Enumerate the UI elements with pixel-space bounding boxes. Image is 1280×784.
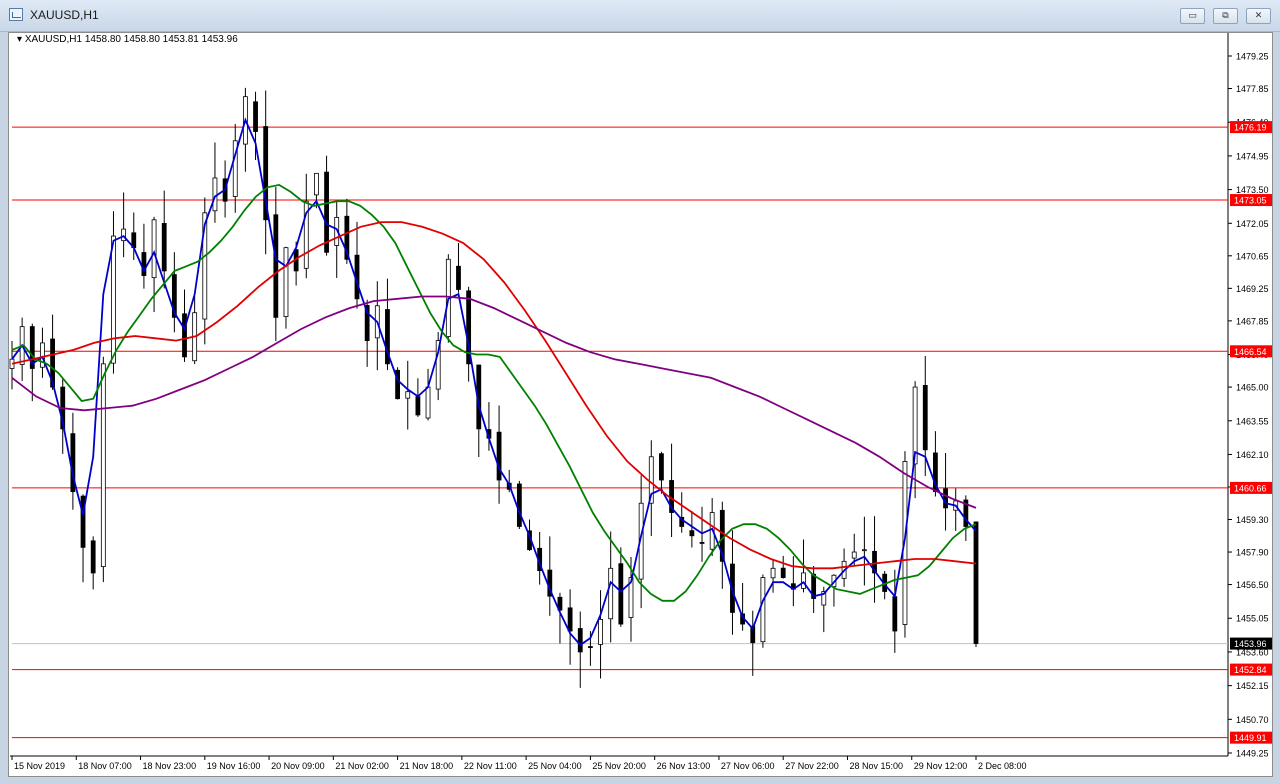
candle-body — [577, 628, 583, 653]
candle-body — [943, 488, 948, 509]
current-price-label: 1453.96 — [1234, 639, 1267, 649]
candle-body — [425, 386, 431, 419]
candle-body — [780, 567, 786, 578]
y-tick-label: 1474.95 — [1236, 151, 1269, 161]
x-tick-label: 27 Nov 06:00 — [721, 761, 775, 771]
candle-body — [212, 177, 218, 212]
x-tick-label: 27 Nov 22:00 — [785, 761, 839, 771]
y-tick-label: 1477.85 — [1236, 84, 1269, 94]
y-tick-label: 1467.85 — [1236, 316, 1269, 326]
price-chart[interactable]: 1479.251477.851476.401474.951473.501472.… — [0, 0, 1280, 784]
candle-body — [253, 101, 258, 132]
y-tick-label: 1462.10 — [1236, 450, 1269, 460]
y-tick-label: 1456.50 — [1236, 580, 1269, 590]
x-tick-label: 25 Nov 20:00 — [592, 761, 646, 771]
candle-body — [618, 563, 624, 625]
moving-average-line — [11, 295, 977, 509]
candle-body — [324, 171, 329, 253]
x-tick-label: 25 Nov 04:00 — [528, 761, 582, 771]
x-tick-label: 22 Nov 11:00 — [464, 761, 517, 771]
candle-body — [801, 572, 806, 589]
candle-body — [100, 363, 106, 567]
symbol-ohlc-text: XAUUSD,H1 1458.80 1458.80 1453.81 1453.9… — [24, 34, 238, 45]
candle-body — [90, 540, 96, 574]
candle-body — [760, 577, 766, 643]
candle-body — [608, 567, 614, 620]
candle-body — [516, 483, 522, 527]
candle-body — [111, 235, 116, 364]
level-price-label: 1460.66 — [1234, 483, 1267, 493]
symbol-dropdown-icon[interactable]: ▾ — [17, 34, 22, 45]
y-tick-label: 1457.90 — [1236, 548, 1269, 558]
candle-body — [770, 567, 776, 579]
x-tick-label: 20 Nov 09:00 — [271, 761, 325, 771]
y-tick-label: 1450.70 — [1236, 715, 1269, 725]
moving-average-line — [11, 183, 977, 602]
symbol-info-line: ▾ XAUUSD,H1 1458.80 1458.80 1453.81 1453… — [17, 34, 238, 45]
x-tick-label: 18 Nov 07:00 — [78, 761, 132, 771]
y-tick-label: 1470.65 — [1236, 251, 1269, 261]
candle-body — [456, 265, 461, 290]
candle-body — [689, 530, 695, 537]
x-tick-label: 2 Dec 08:00 — [978, 761, 1027, 771]
candle-body — [40, 342, 45, 368]
candle-body — [598, 619, 603, 645]
candle-body — [161, 223, 167, 272]
y-tick-label: 1472.05 — [1236, 219, 1269, 229]
candle-body — [182, 313, 187, 358]
x-tick-label: 26 Nov 13:00 — [657, 761, 711, 771]
level-price-label: 1449.91 — [1234, 733, 1267, 743]
candle-body — [496, 431, 502, 481]
candle-body — [922, 385, 928, 451]
y-tick-label: 1469.25 — [1236, 284, 1269, 294]
y-tick-label: 1455.05 — [1236, 614, 1269, 624]
moving-average-line — [11, 221, 977, 570]
level-price-label: 1452.84 — [1234, 665, 1267, 675]
moving-average-line — [11, 117, 977, 647]
level-price-label: 1476.19 — [1234, 123, 1267, 133]
x-tick-label: 21 Nov 02:00 — [335, 761, 389, 771]
x-tick-label: 21 Nov 18:00 — [400, 761, 454, 771]
candle-body — [151, 219, 157, 279]
x-tick-label: 19 Nov 16:00 — [207, 761, 261, 771]
candle-body — [273, 214, 279, 318]
candle-body — [699, 542, 705, 544]
candle-body — [405, 391, 411, 399]
y-tick-label: 1459.30 — [1236, 515, 1269, 525]
x-tick-label: 28 Nov 15:00 — [849, 761, 903, 771]
x-tick-label: 18 Nov 23:00 — [143, 761, 197, 771]
level-price-label: 1473.05 — [1234, 196, 1267, 206]
candle-body — [973, 521, 979, 644]
candle-body — [659, 453, 664, 481]
candle-body — [588, 646, 593, 648]
candle-body — [851, 551, 857, 559]
candle-body — [283, 247, 289, 318]
candle-body — [892, 596, 898, 632]
y-tick-label: 1452.15 — [1236, 681, 1269, 691]
y-tick-label: 1449.25 — [1236, 749, 1269, 759]
x-tick-label: 29 Nov 12:00 — [914, 761, 968, 771]
candle-body — [567, 607, 573, 632]
y-tick-label: 1465.00 — [1236, 383, 1269, 393]
candle-body — [314, 172, 319, 196]
y-tick-label: 1463.55 — [1236, 416, 1269, 426]
y-tick-label: 1473.50 — [1236, 185, 1269, 195]
y-tick-label: 1479.25 — [1236, 52, 1269, 62]
candle-body — [861, 549, 867, 552]
x-tick-label: 15 Nov 2019 — [14, 761, 65, 771]
level-price-label: 1466.54 — [1234, 347, 1267, 357]
candle-body — [415, 396, 421, 416]
